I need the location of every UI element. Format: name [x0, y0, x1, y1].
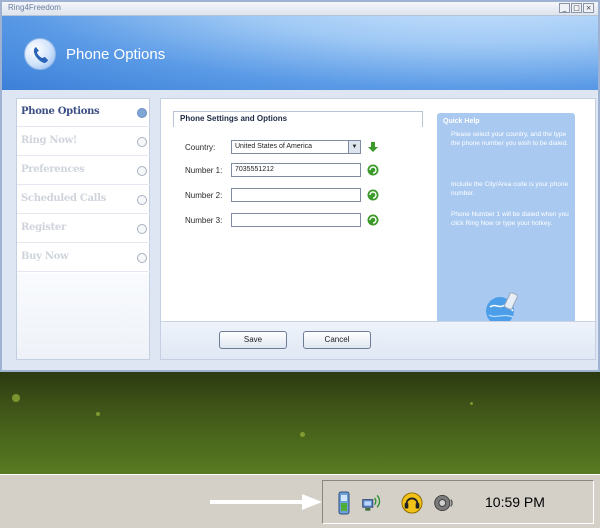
- header-banner: Phone Options: [2, 16, 598, 90]
- section-title: Phone Settings and Options: [180, 114, 288, 123]
- cancel-button[interactable]: Cancel: [303, 331, 371, 349]
- section-tab: Phone Settings and Options: [173, 111, 423, 127]
- sidebar-item-phone-options[interactable]: Phone Options: [17, 99, 151, 127]
- taskbar: 10:59 PM: [0, 474, 600, 528]
- grass-highlight: [300, 432, 305, 437]
- sidebar-item-label: Register: [21, 222, 66, 233]
- number1-label: Number 1:: [185, 166, 223, 175]
- radio-indicator-icon: [137, 166, 147, 176]
- chevron-down-icon: ▼: [348, 141, 360, 153]
- app-window: Ring4Freedom _ □ × Phone Options Phone O…: [0, 0, 600, 372]
- country-select[interactable]: United States of America ▼: [231, 140, 361, 154]
- headset-icon[interactable]: [401, 491, 423, 515]
- save-button[interactable]: Save: [219, 331, 287, 349]
- clock[interactable]: 10:59 PM: [485, 494, 545, 510]
- main-panel: Phone Settings and Options Country: Unit…: [160, 98, 596, 360]
- number2-field[interactable]: [231, 188, 361, 202]
- dial-go-icon[interactable]: [367, 164, 379, 176]
- radio-indicator-icon: [137, 224, 147, 234]
- download-arrow-icon[interactable]: [367, 141, 379, 153]
- number1-field[interactable]: 7035551212: [231, 163, 361, 177]
- sidebar-item-label: Phone Options: [21, 106, 100, 117]
- number3-field[interactable]: [231, 213, 361, 227]
- sidebar-item-label: Preferences: [21, 164, 85, 175]
- grass-highlight: [96, 412, 100, 416]
- number3-label: Number 3:: [185, 216, 223, 225]
- phone-logo-icon: [24, 38, 56, 70]
- sidebar-item-ring-now[interactable]: Ring Now!: [17, 128, 151, 156]
- window-controls: _ □ ×: [559, 3, 594, 13]
- sidebar-item-register[interactable]: Register: [17, 215, 151, 243]
- radio-indicator-icon: [137, 108, 147, 118]
- page-title: Phone Options: [66, 46, 166, 63]
- radio-indicator-icon: [137, 253, 147, 263]
- sidebar-item-label: Buy Now: [21, 251, 69, 262]
- quick-help-text: Please select your country, and the type…: [451, 131, 569, 147]
- quick-help-panel: Quick Help Please select your country, a…: [437, 113, 575, 345]
- window-title: Ring4Freedom: [8, 3, 61, 12]
- pointer-arrow-icon: [210, 494, 322, 510]
- number2-label: Number 2:: [185, 191, 223, 200]
- grass-highlight: [12, 394, 20, 402]
- speaker-icon[interactable]: [433, 491, 455, 515]
- sidebar-item-scheduled-calls[interactable]: Scheduled Calls: [17, 186, 151, 214]
- quick-help-text: Phone Number 1 will be dialed when you c…: [451, 211, 569, 227]
- close-button[interactable]: ×: [583, 3, 594, 13]
- sidebar-item-preferences[interactable]: Preferences: [17, 157, 151, 185]
- network-wireless-icon[interactable]: [361, 491, 383, 515]
- sidebar-item-label: Scheduled Calls: [21, 193, 107, 204]
- country-value: United States of America: [235, 143, 313, 150]
- sidebar-item-label: Ring Now!: [21, 135, 77, 146]
- desktop-background: [0, 372, 600, 474]
- radio-indicator-icon: [137, 137, 147, 147]
- system-tray: 10:59 PM: [322, 480, 594, 524]
- grass-highlight: [470, 402, 473, 405]
- sidebar-footer: [17, 273, 149, 359]
- country-label: Country:: [185, 143, 216, 152]
- quick-help-title: Quick Help: [443, 118, 480, 125]
- radio-indicator-icon: [137, 195, 147, 205]
- title-bar[interactable]: Ring4Freedom _ □ ×: [2, 2, 598, 16]
- sidebar-item-buy-now[interactable]: Buy Now: [17, 244, 151, 272]
- maximize-button[interactable]: □: [571, 3, 582, 13]
- minimize-button[interactable]: _: [559, 3, 570, 13]
- quick-help-text: Include the City/Area code is your phone…: [451, 181, 569, 197]
- phone-app-icon[interactable]: [333, 491, 355, 515]
- sidebar-nav: Phone Options Ring Now! Preferences Sche…: [16, 98, 151, 360]
- dial-go-icon[interactable]: [367, 189, 379, 201]
- dial-go-icon[interactable]: [367, 214, 379, 226]
